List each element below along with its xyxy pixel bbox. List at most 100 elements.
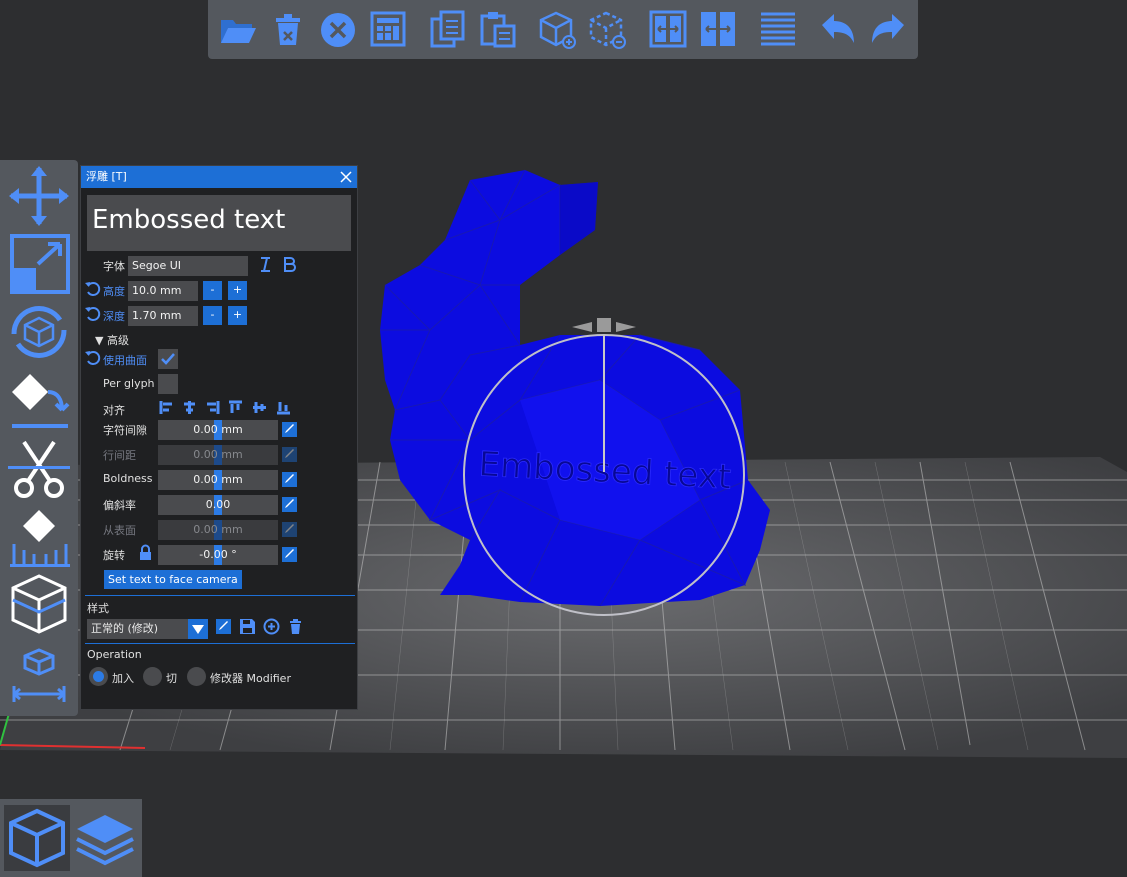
style-add-icon[interactable] — [263, 618, 280, 635]
face-camera-button[interactable]: Set text to face camera — [104, 570, 242, 589]
line-gap-value: 0.00 mm — [193, 448, 243, 461]
seam-icon[interactable] — [6, 572, 72, 636]
measure-icon[interactable] — [6, 644, 72, 708]
close-icon[interactable] — [337, 168, 355, 186]
style-delete-icon[interactable] — [287, 618, 304, 635]
op-cut-label: 切 — [166, 672, 177, 685]
split-objects-icon[interactable] — [648, 9, 688, 49]
char-gap-edit-icon[interactable] — [281, 421, 298, 438]
operation-label: Operation — [87, 648, 142, 661]
undo-icon[interactable] — [818, 9, 858, 49]
add-instance-icon[interactable] — [538, 9, 578, 49]
delete-all-icon[interactable] — [318, 9, 358, 49]
align-bottom-icon[interactable] — [275, 399, 292, 416]
supports-icon[interactable] — [6, 504, 72, 568]
split-parts-icon[interactable] — [698, 9, 738, 49]
op-modifier-label: 修改器 Modifier — [210, 672, 291, 685]
skew-edit-icon[interactable] — [281, 496, 298, 513]
rotation-edit-icon[interactable] — [281, 546, 298, 563]
use-surface-label: 使用曲面 — [103, 354, 147, 367]
align-top-icon[interactable] — [227, 399, 244, 416]
char-gap-label: 字符间隙 — [103, 424, 147, 437]
depth-input[interactable]: 1.70 mm — [128, 306, 198, 326]
top-toolbar — [208, 0, 918, 59]
italic-icon[interactable] — [257, 256, 274, 273]
rotation-value: -0.00 ° — [199, 548, 237, 561]
skew-value: 0.00 — [205, 498, 231, 511]
boldness-label: Boldness — [103, 472, 153, 485]
move-icon[interactable] — [6, 164, 72, 228]
boldness-value: 0.00 mm — [193, 473, 243, 486]
remove-instance-icon[interactable] — [588, 9, 628, 49]
font-label: 字体 — [103, 260, 125, 273]
advanced-toggle[interactable]: ▼ 高级 — [95, 332, 129, 348]
redo-icon[interactable] — [868, 9, 908, 49]
cut-icon[interactable] — [6, 436, 72, 500]
delete-icon[interactable] — [268, 9, 308, 49]
style-label: 样式 — [87, 602, 109, 615]
open-folder-icon[interactable] — [218, 9, 258, 49]
skew-label: 偏斜率 — [103, 499, 136, 512]
depth-minus-button[interactable]: - — [203, 306, 222, 325]
paste-icon[interactable] — [478, 9, 518, 49]
lock-icon[interactable] — [137, 544, 154, 561]
separator — [85, 595, 355, 596]
chevron-down-icon[interactable] — [188, 619, 208, 639]
style-rename-icon[interactable] — [215, 618, 232, 635]
from-surface-slider[interactable]: 0.00 mm — [158, 520, 278, 540]
gizmo-handle[interactable] — [597, 318, 611, 332]
line-gap-edit-icon[interactable] — [281, 446, 298, 463]
from-surface-label: 从表面 — [103, 524, 136, 537]
use-surface-checkbox[interactable] — [158, 349, 178, 369]
preview-layers-icon[interactable] — [72, 805, 138, 871]
height-minus-button[interactable]: - — [203, 281, 222, 300]
op-cut-radio[interactable] — [143, 667, 162, 686]
boldness-edit-icon[interactable] — [281, 471, 298, 488]
font-select[interactable]: Segoe UI — [128, 256, 248, 276]
rotate-icon[interactable] — [6, 300, 72, 364]
op-add-label: 加入 — [112, 672, 134, 685]
text-input[interactable]: Embossed text — [87, 195, 351, 251]
char-gap-value: 0.00 mm — [193, 423, 243, 436]
scale-icon[interactable] — [6, 232, 72, 296]
height-label: 高度 — [103, 285, 125, 298]
per-glyph-checkbox[interactable] — [158, 374, 178, 394]
style-select[interactable]: 正常的 (修改) — [87, 619, 208, 639]
op-add-radio[interactable] — [89, 667, 108, 686]
rotation-label: 旋转 — [103, 549, 125, 562]
panel-title-bar: 浮雕 [T] — [81, 166, 357, 188]
layers-editing-icon[interactable] — [758, 9, 798, 49]
reset-depth-icon[interactable] — [84, 305, 101, 322]
copy-icon[interactable] — [428, 9, 468, 49]
depth-plus-button[interactable]: + — [228, 306, 247, 325]
boldness-slider[interactable]: 0.00 mm — [158, 470, 278, 490]
depth-label: 深度 — [103, 310, 125, 323]
view-switcher — [0, 799, 142, 877]
align-label: 对齐 — [103, 404, 125, 417]
align-middle-icon[interactable] — [251, 399, 268, 416]
style-save-icon[interactable] — [239, 618, 256, 635]
align-right-icon[interactable] — [204, 399, 221, 416]
line-gap-slider[interactable]: 0.00 mm — [158, 445, 278, 465]
reset-height-icon[interactable] — [84, 280, 101, 297]
arrange-icon[interactable] — [368, 9, 408, 49]
skew-slider[interactable]: 0.00 — [158, 495, 278, 515]
from-surface-edit-icon[interactable] — [281, 521, 298, 538]
panel-title: 浮雕 [T] — [86, 170, 127, 183]
left-toolbar — [0, 160, 78, 716]
style-value: 正常的 (修改) — [91, 622, 159, 635]
char-gap-slider[interactable]: 0.00 mm — [158, 420, 278, 440]
height-input[interactable]: 10.0 mm — [128, 281, 198, 301]
line-gap-label: 行间距 — [103, 449, 136, 462]
height-plus-button[interactable]: + — [228, 281, 247, 300]
from-surface-value: 0.00 mm — [193, 523, 243, 536]
align-center-icon[interactable] — [181, 399, 198, 416]
rotation-slider[interactable]: -0.00 ° — [158, 545, 278, 565]
op-modifier-radio[interactable] — [187, 667, 206, 686]
align-left-icon[interactable] — [158, 399, 175, 416]
3d-view-icon[interactable] — [4, 805, 70, 871]
place-on-face-icon[interactable] — [6, 368, 72, 432]
reset-surface-icon[interactable] — [84, 349, 101, 366]
bold-icon[interactable] — [281, 256, 298, 273]
per-glyph-label: Per glyph — [103, 377, 155, 390]
